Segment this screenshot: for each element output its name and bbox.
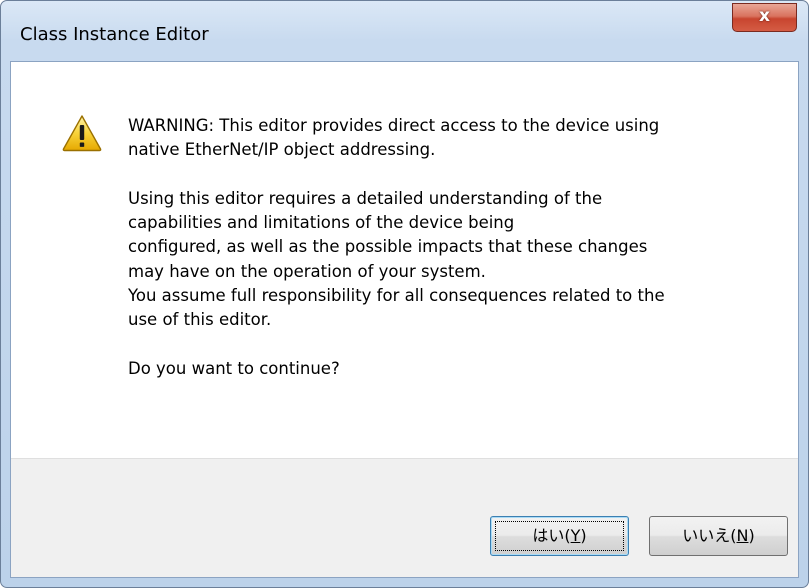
dialog-content: WARNING: This editor provides direct acc…	[10, 61, 799, 578]
message-line: configured, as well as the possible impa…	[128, 237, 648, 257]
continue-question: Do you want to continue?	[128, 358, 340, 378]
message-line: You assume full responsibility for all c…	[128, 286, 665, 306]
message-line: may have on the operation of your system…	[128, 261, 486, 281]
close-icon: x	[759, 6, 770, 26]
dialog-window: Class Instance Editor x WARNING: This ed…	[0, 0, 809, 588]
message-line: capabilities and limitations of the devi…	[128, 213, 515, 233]
no-button[interactable]: いいえ(N)	[649, 516, 788, 556]
message-line: WARNING: This editor provides direct acc…	[128, 116, 660, 135]
close-button[interactable]: x	[732, 3, 797, 32]
button-bar: はい(Y) いいえ(N)	[11, 458, 798, 577]
message-line: use of this editor.	[128, 310, 272, 330]
yes-button[interactable]: はい(Y)	[490, 516, 629, 556]
warning-icon	[62, 115, 102, 152]
warning-message: WARNING: This editor provides direct acc…	[128, 114, 778, 381]
message-line: native EtherNet/IP object addressing.	[128, 140, 436, 160]
message-line: Using this editor requires a detailed un…	[128, 188, 603, 208]
title-bar[interactable]: Class Instance Editor x	[1, 1, 808, 61]
window-title: Class Instance Editor	[20, 24, 209, 45]
